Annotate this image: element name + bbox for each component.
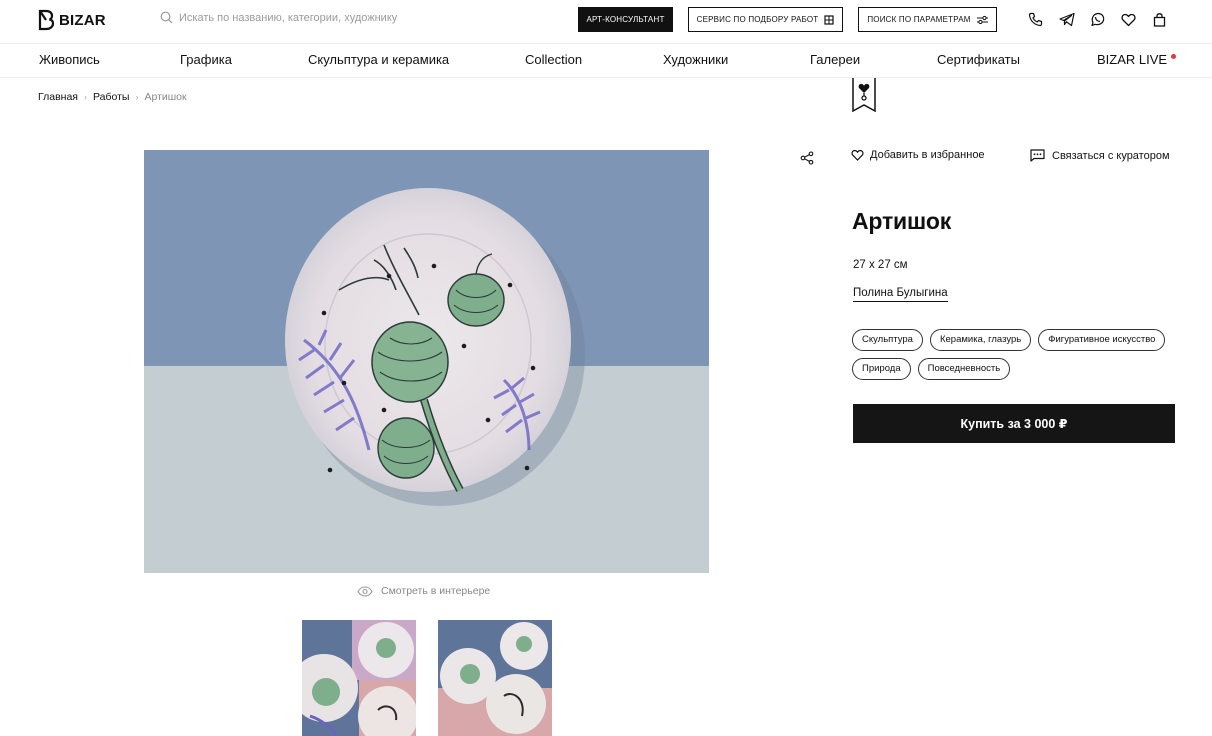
art-consultant-label: АРТ-КОНСУЛЬТАНТ <box>586 15 665 24</box>
artwork-size: 27 x 27 см <box>853 259 908 271</box>
artist-link[interactable]: Полина Булыгина <box>853 287 948 302</box>
parameter-search-label: ПОИСК ПО ПАРАМЕТРАМ <box>867 15 971 24</box>
nav-item-bizar-live-label: BIZAR LIVE <box>1097 52 1168 67</box>
search-icon <box>160 11 173 24</box>
add-to-favorites-button[interactable]: Добавить в избранное <box>851 149 985 161</box>
nav-item-certificates[interactable]: Сертификаты <box>937 52 1020 67</box>
eye-icon <box>357 585 373 597</box>
phone-icon[interactable] <box>1027 11 1044 28</box>
search-bar[interactable] <box>160 11 479 24</box>
logo-text: BIZAR <box>59 11 106 29</box>
nav-item-galleries[interactable]: Галереи <box>810 52 860 67</box>
bizar-logo-icon <box>38 9 55 31</box>
tag-sculpture[interactable]: Скульптура <box>852 329 923 351</box>
breadcrumb-separator: › <box>83 92 87 102</box>
nav-item-painting[interactable]: Живопись <box>39 52 100 67</box>
thumbnail-image[interactable] <box>302 620 416 736</box>
breadcrumb-home[interactable]: Главная <box>38 91 78 103</box>
bag-icon[interactable] <box>1151 11 1168 28</box>
selection-service-button[interactable]: СЕРВИС ПО ПОДБОРУ РАБОТ <box>688 7 843 32</box>
nav-item-artists[interactable]: Художники <box>663 52 728 67</box>
bookmark-heart-icon[interactable] <box>852 78 876 117</box>
tag-ceramics[interactable]: Керамика, глазурь <box>929 329 1032 351</box>
contact-curator-label: Связаться с куратором <box>1052 149 1170 162</box>
artwork-image[interactable] <box>144 150 709 573</box>
breadcrumb-separator: › <box>135 92 139 102</box>
main-nav: Живопись Графика Скульптура и керамика C… <box>0 45 1212 78</box>
share-icon[interactable] <box>800 151 814 170</box>
top-header: BIZAR АРТ-КОНСУЛЬТАНТ СЕРВИС ПО ПОДБОРУ … <box>0 0 1212 44</box>
view-in-interior-label: Смотреть в интерьере <box>381 585 491 597</box>
nav-item-collection[interactable]: Collection <box>525 52 582 67</box>
breadcrumb-works[interactable]: Работы <box>93 91 129 103</box>
nav-item-bizar-live[interactable]: BIZAR LIVE <box>1097 52 1177 67</box>
live-indicator-dot <box>1171 54 1177 59</box>
tag-list: Скульптура Керамика, глазурь Фигуративно… <box>852 329 1182 380</box>
thumbnail-image[interactable] <box>438 620 552 736</box>
chat-icon <box>1030 149 1045 162</box>
parameter-search-button[interactable]: ПОИСК ПО ПАРАМЕТРАМ <box>858 7 997 32</box>
nav-item-graphics[interactable]: Графика <box>180 52 232 67</box>
logo[interactable]: BIZAR <box>38 9 106 31</box>
buy-button[interactable]: Купить за 3 000 ₽ <box>853 404 1175 443</box>
selection-service-label: СЕРВИС ПО ПОДБОРУ РАБОТ <box>696 15 819 24</box>
heart-icon[interactable] <box>1120 11 1137 28</box>
artwork-title: Артишок <box>852 208 952 234</box>
breadcrumb-current: Артишок <box>144 91 187 103</box>
sliders-icon <box>976 15 988 24</box>
gift-icon <box>824 14 835 25</box>
breadcrumb: Главная › Работы › Артишок <box>38 91 187 103</box>
heart-outline-icon <box>851 149 864 161</box>
view-in-interior-link[interactable]: Смотреть в интерьере <box>357 585 490 597</box>
tag-everyday[interactable]: Повседневность <box>917 358 1011 380</box>
whatsapp-icon[interactable] <box>1089 11 1106 28</box>
nav-item-sculpture[interactable]: Скульптура и керамика <box>308 52 449 67</box>
add-to-favorites-label: Добавить в избранное <box>870 149 985 161</box>
art-consultant-button[interactable]: АРТ-КОНСУЛЬТАНТ <box>578 7 673 32</box>
product-actions: Добавить в избранное Связаться с куратор… <box>800 149 1180 169</box>
contact-curator-button[interactable]: Связаться с куратором <box>1030 149 1170 162</box>
telegram-icon[interactable] <box>1058 11 1075 28</box>
search-input[interactable] <box>179 11 479 24</box>
tag-figurative[interactable]: Фигуративное искусство <box>1038 329 1166 351</box>
buy-button-label: Купить за 3 000 ₽ <box>960 417 1068 431</box>
tag-nature[interactable]: Природа <box>852 358 911 380</box>
